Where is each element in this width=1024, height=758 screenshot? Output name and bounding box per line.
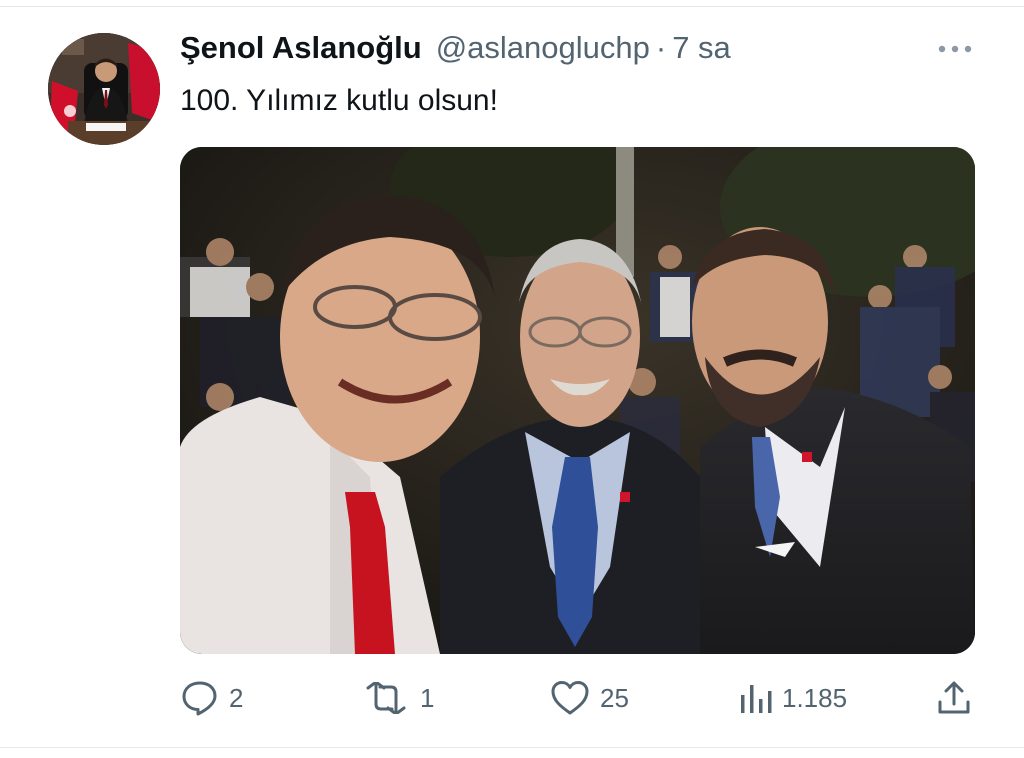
like-button[interactable]: 25	[550, 676, 629, 720]
retweet-count: 1	[420, 682, 435, 713]
more-options-button[interactable]	[934, 36, 976, 62]
author-name[interactable]: Şenol Aslanoğlu	[180, 30, 422, 66]
view-count: 1.185	[782, 682, 848, 713]
retweet-button[interactable]: 1	[362, 676, 434, 720]
tweet-actions: 2 1 25 1.185	[0, 676, 1024, 720]
author-handle[interactable]: @aslanogluchp	[436, 30, 650, 66]
retweet-icon	[366, 682, 406, 714]
reply-count: 2	[229, 682, 244, 713]
separator-dot: ·	[655, 30, 667, 65]
share-icon	[938, 681, 970, 714]
tweet-header: Şenol Aslanoğlu @aslanogluchp · 7 sa	[180, 30, 731, 72]
tweet[interactable]: Şenol Aslanoğlu @aslanogluchp · 7 sa 100…	[0, 0, 1024, 758]
views-icon	[741, 685, 772, 713]
share-button[interactable]	[936, 676, 972, 720]
reply-button[interactable]: 2	[181, 676, 243, 720]
views-button[interactable]: 1.185	[738, 676, 847, 720]
bottom-divider	[0, 747, 1024, 748]
reply-icon	[182, 681, 217, 716]
more-horizontal-icon	[938, 45, 972, 53]
tweet-text: 100. Yılımız kutlu olsun!	[180, 84, 498, 117]
timestamp[interactable]: 7 sa	[672, 30, 731, 66]
like-icon	[551, 681, 589, 715]
like-count: 25	[600, 682, 629, 713]
avatar[interactable]	[48, 33, 160, 145]
tweet-photo[interactable]	[180, 147, 975, 654]
